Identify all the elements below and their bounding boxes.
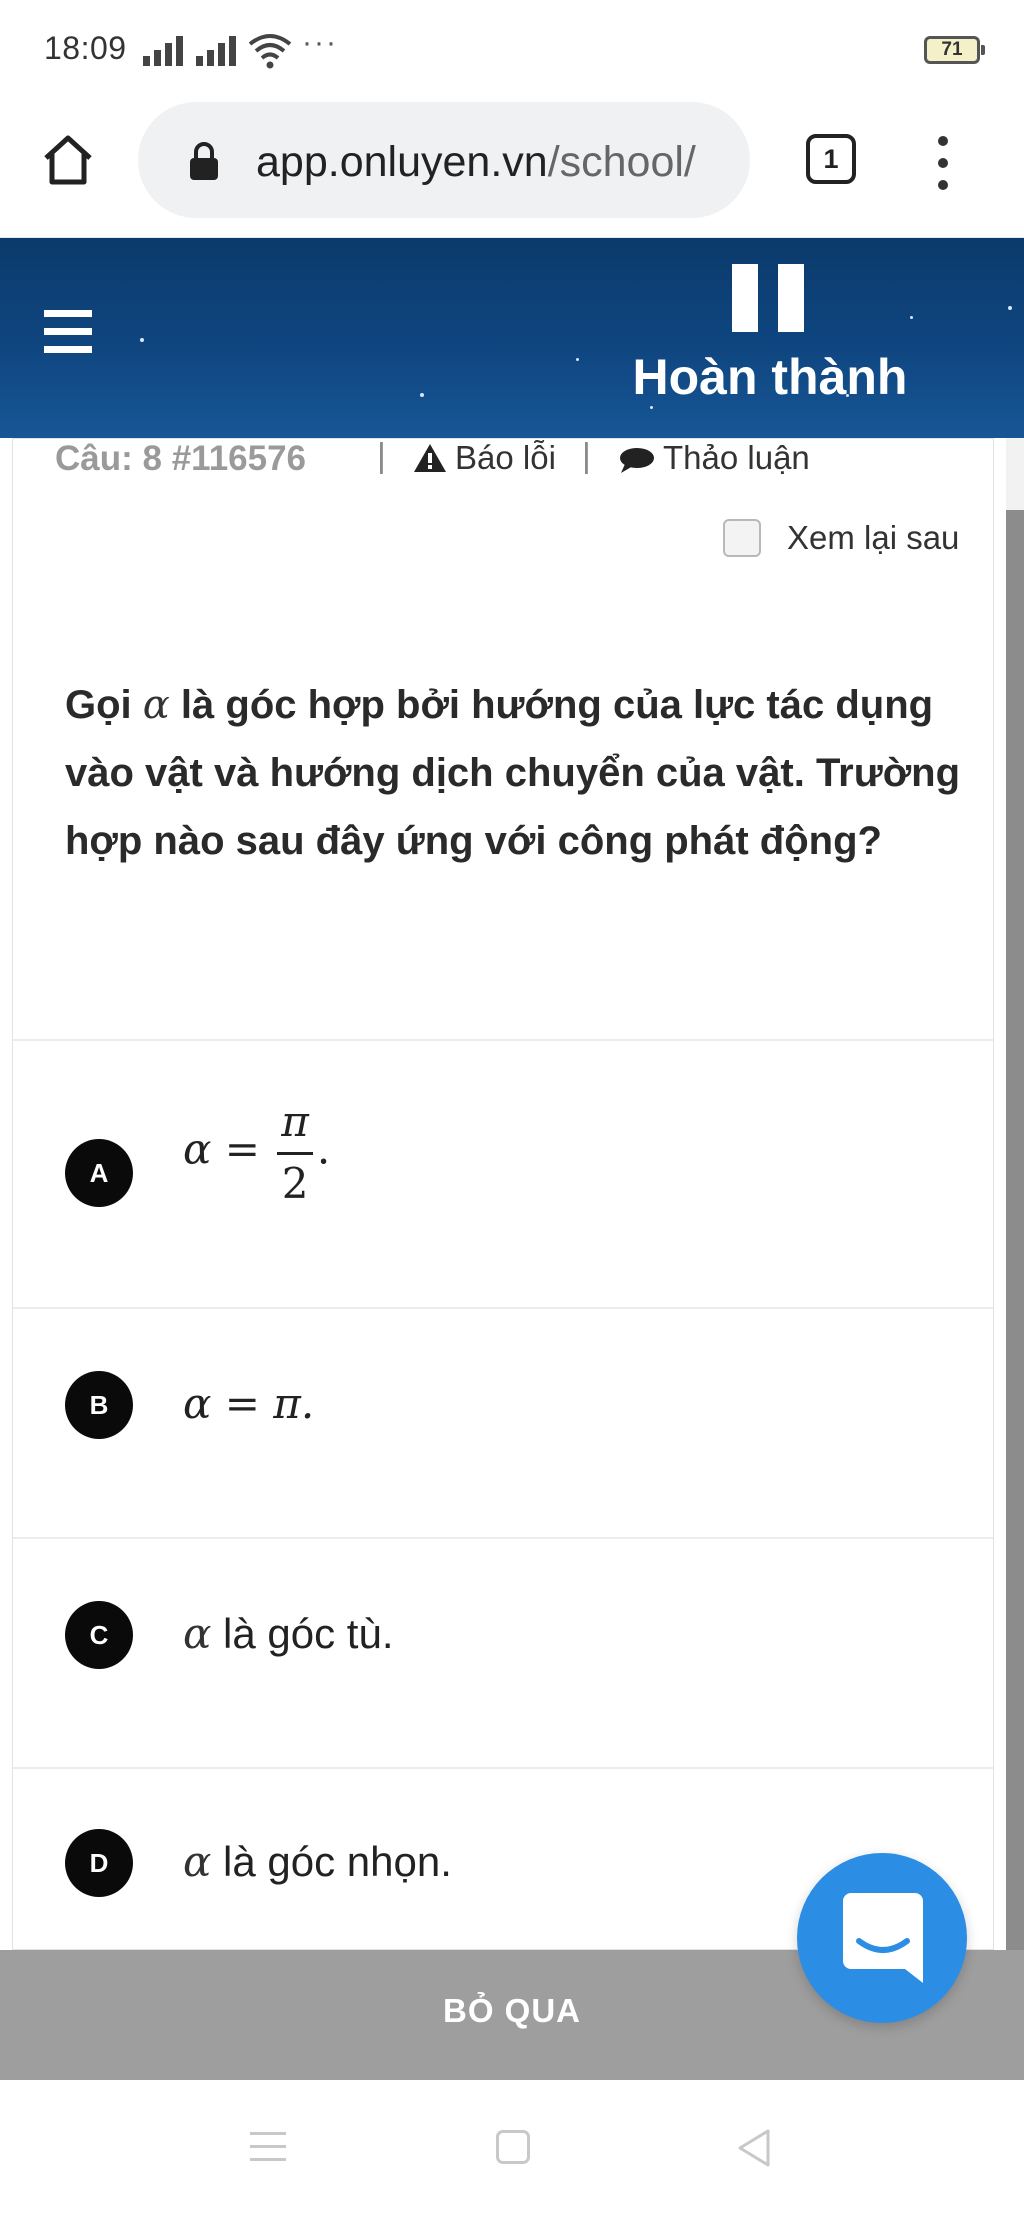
hamburger-icon[interactable] <box>44 310 92 354</box>
option-text: α là góc tù. <box>183 1609 393 1658</box>
messenger-chat-icon <box>843 1893 923 1983</box>
question-card: Câu: 8 #116576 | Báo lỗi | Thảo luận Xem… <box>12 438 994 1950</box>
alpha-symbol: α <box>183 1609 212 1658</box>
signal-icon <box>196 36 236 66</box>
question-number: Câu: 8 #116576 <box>55 439 307 478</box>
scrollbar-thumb[interactable] <box>1006 510 1024 1950</box>
chat-bubble-icon <box>620 448 654 473</box>
app-header: Hoàn thành <box>0 238 1024 438</box>
option-text-value: là góc nhọn. <box>211 1838 452 1885</box>
alpha-symbol: α <box>183 1124 212 1174</box>
equals-sign: = <box>211 1124 274 1174</box>
option-text: α = π2. <box>183 1097 330 1208</box>
wifi-icon <box>248 34 292 69</box>
fraction: π2 <box>277 1097 313 1208</box>
more-vertical-icon[interactable] <box>920 134 968 194</box>
period: . <box>316 1124 331 1174</box>
meta-separator: | <box>582 438 591 475</box>
pause-icon[interactable] <box>732 264 804 332</box>
status-bar: 18:09 ··· 71 <box>0 0 1024 100</box>
review-later-label: Xem lại sau <box>787 519 960 556</box>
finish-button[interactable]: Hoàn thành <box>620 348 920 406</box>
answer-option-a[interactable]: A α = π2. <box>13 1039 993 1307</box>
warning-icon <box>414 444 446 472</box>
signal-icon <box>143 36 183 66</box>
meta-separator: | <box>377 438 386 475</box>
url-text: app.onluyen.vn/school/ <box>256 138 742 187</box>
address-bar[interactable]: app.onluyen.vn/school/ <box>138 102 750 218</box>
status-time: 18:09 <box>44 30 127 66</box>
option-letter: B <box>65 1371 133 1439</box>
option-letter: D <box>65 1829 133 1897</box>
question-text: Gọi α là góc hợp bởi hướng của lực tác d… <box>65 671 965 875</box>
tabs-button[interactable]: 1 <box>806 134 856 184</box>
chat-button[interactable] <box>797 1853 967 2023</box>
checkbox[interactable] <box>723 519 761 557</box>
option-text: α là góc nhọn. <box>183 1837 452 1886</box>
alpha-symbol: α <box>183 1837 212 1886</box>
home-icon[interactable] <box>38 130 98 190</box>
answer-option-b[interactable]: B α = π. <box>13 1307 993 1537</box>
question-text-part: là góc hợp bởi hướng của lực tác dụng và… <box>65 683 961 863</box>
home-nav-icon[interactable] <box>496 2130 530 2164</box>
url-path: /school/ <box>547 138 696 186</box>
option-letter: C <box>65 1601 133 1669</box>
option-text-value: α = π. <box>183 1379 315 1428</box>
answer-option-c[interactable]: C α là góc tù. <box>13 1537 993 1767</box>
report-error-label: Báo lỗi <box>455 439 556 476</box>
lock-icon <box>190 142 218 180</box>
question-text-part: Gọi <box>65 683 143 727</box>
status-more: ··· <box>302 26 338 59</box>
browser-toolbar: app.onluyen.vn/school/ 1 <box>0 100 1024 238</box>
back-icon[interactable] <box>736 2128 772 2168</box>
option-text: α = π. <box>183 1379 314 1428</box>
fraction-numerator: π <box>277 1097 313 1155</box>
discussion-label: Thảo luận <box>663 439 810 476</box>
option-text-value: là góc tù. <box>211 1610 394 1657</box>
option-letter: A <box>65 1139 133 1207</box>
recent-apps-icon[interactable] <box>250 2130 286 2164</box>
fraction-denominator: 2 <box>281 1159 309 1208</box>
alpha-symbol: α <box>142 682 170 728</box>
system-nav-bar <box>0 2080 1024 2217</box>
url-host: app.onluyen.vn <box>256 138 548 186</box>
battery-indicator: 71 <box>924 36 985 64</box>
